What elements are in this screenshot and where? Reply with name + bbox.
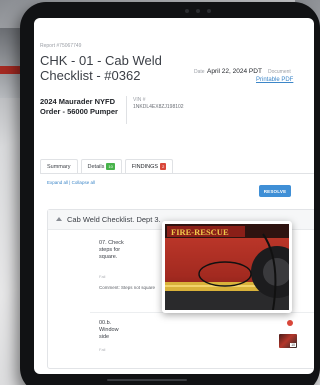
tab-details[interactable]: Details 10 <box>80 159 122 173</box>
tab-label: Details <box>87 163 105 170</box>
truck-photo-image: FIRE-RESCUE <box>165 224 289 310</box>
details-count-badge: 10 <box>106 163 115 170</box>
date-label: Date <box>194 69 205 75</box>
tab-bar: Summary Details 10 FINDINGS 2 <box>40 159 176 173</box>
tab-findings[interactable]: FINDINGS 2 <box>124 159 174 173</box>
vin-label: VIN # <box>133 97 146 103</box>
findings-count-badge: 2 <box>160 163 167 170</box>
page-title: CHK - 01 - Cab Weld Checklist - #0362 <box>40 53 162 83</box>
photo-fire-rescue-text: FIRE-RESCUE <box>171 227 229 237</box>
tab-underline <box>40 173 314 174</box>
document-label: Document <box>268 69 291 75</box>
report-id: Report #75067749 <box>40 43 82 49</box>
photo-count: 10 <box>290 343 296 347</box>
header-divider <box>126 96 127 124</box>
checklist-item-status: Fail <box>99 347 106 352</box>
resolve-button[interactable]: RESOLVE <box>259 185 291 197</box>
screen-content: Report #75067749 CHK - 01 - Cab Weld Che… <box>34 18 314 374</box>
fail-indicator-dot <box>287 320 293 326</box>
home-indicator <box>107 379 187 381</box>
expand-collapse-link[interactable]: Expand all | Collapse all <box>47 180 95 185</box>
checklist-item-status: Fail <box>99 274 106 279</box>
checklist-item-label: 00.b. Window side <box>99 320 119 340</box>
vehicle-name: 2024 Maurader NYFD Order - 56000 Pumper <box>40 97 118 116</box>
photo-preview-popup[interactable]: FIRE-RESCUE <box>162 221 292 313</box>
tab-label: FINDINGS <box>131 163 159 170</box>
checklist-item-label: 07. Check steps for square. <box>99 240 124 260</box>
chevron-up-icon[interactable] <box>56 217 62 221</box>
vin-value: 1NKDL4EX8ZJ198102 <box>133 104 184 110</box>
report-date: April 22, 2024 PDT <box>207 68 262 75</box>
checklist-item-comment: Comment: Steps not square <box>99 285 156 290</box>
photo-thumbnail[interactable]: 10 <box>279 334 297 348</box>
printable-pdf-link[interactable]: Printable PDF <box>256 77 293 83</box>
tab-summary[interactable]: Summary <box>40 159 78 173</box>
tab-label: Summary <box>47 163 71 170</box>
camera-dots <box>168 9 228 14</box>
checklist-section-title: Cab Weld Checklist. Dept 3. <box>67 215 161 224</box>
